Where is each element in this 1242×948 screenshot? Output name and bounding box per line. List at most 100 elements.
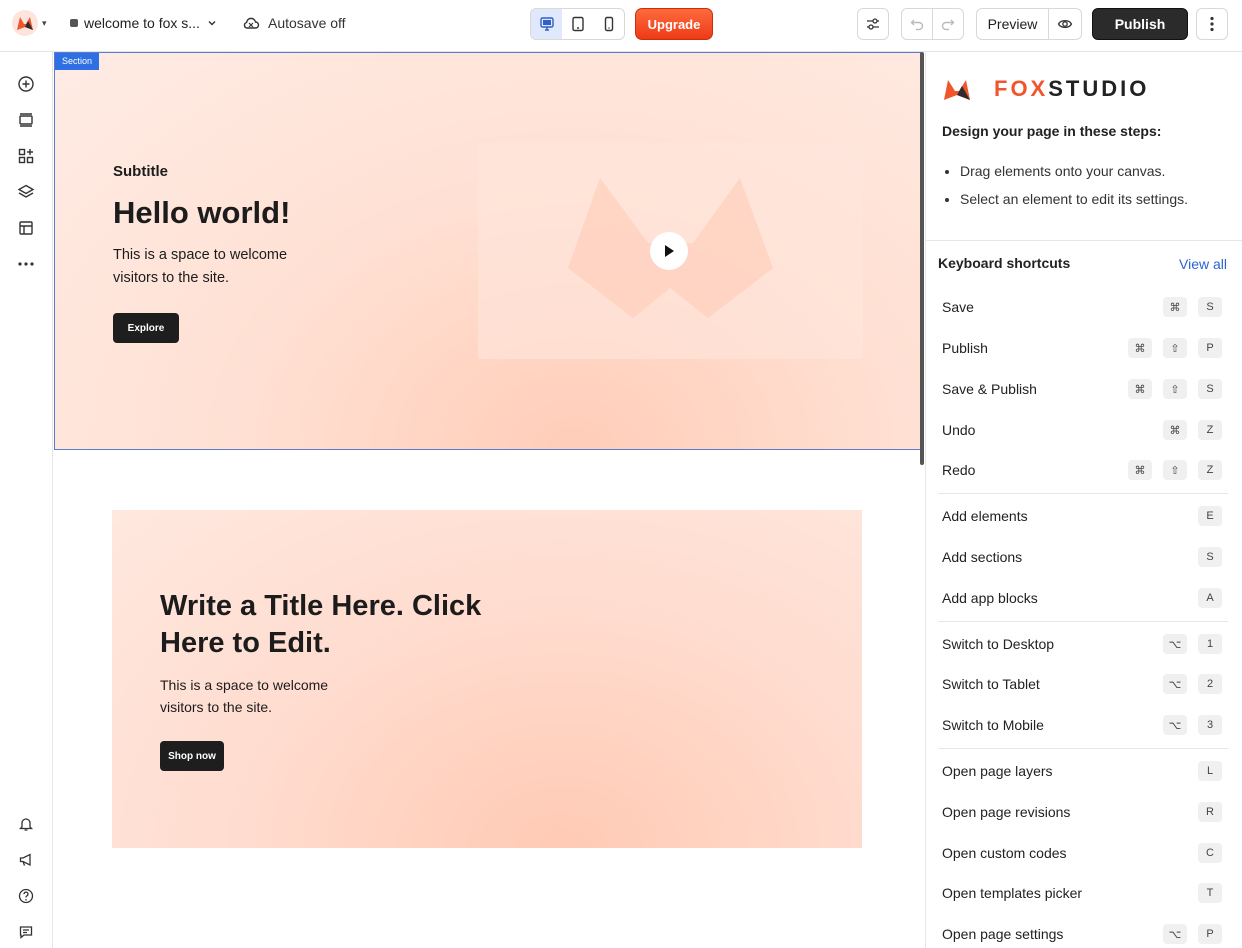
page-settings-button[interactable] [857,8,889,40]
apps-icon [18,148,34,164]
autosave-label: Autosave off [268,15,346,31]
brand-studio-text: STUDIO [1048,76,1150,101]
add-section-button[interactable] [14,108,38,132]
more-options-button[interactable] [1196,8,1228,40]
shortcut-keys: ⌘ ⇧ S [1128,379,1222,399]
shortcut-row: Switch to Desktop ⌥ 1 [942,634,1222,654]
shortcut-keys: ⌥ 3 [1163,715,1222,735]
page-canvas[interactable]: Section Subtitle Hello world! This is a … [54,52,922,948]
promo-section[interactable]: Write a Title Here. Click Here to Edit. … [112,510,862,848]
tablet-view-button[interactable] [562,9,593,39]
announcements-button[interactable] [14,848,38,872]
hero-subtitle[interactable]: Subtitle [113,163,168,180]
hero-text[interactable]: This is a space to welcome visitors to t… [113,244,313,290]
shortcut-row: Open page layers L [942,761,1222,781]
key-cap: L [1198,761,1222,781]
shortcut-keys: A [1198,588,1222,608]
shortcut-label: Redo [942,462,976,478]
divider [938,748,1228,749]
ellipsis-icon [18,262,34,266]
shortcut-row: Open custom codes C [942,843,1222,863]
video-placeholder[interactable] [478,143,863,359]
shortcut-keys: ⌥ 2 [1163,674,1222,694]
shortcut-label: Open templates picker [942,885,1083,901]
shortcut-keys: E [1198,506,1222,526]
shortcut-row: Open page revisions R [942,802,1222,822]
promo-text[interactable]: This is a space to welcome visitors to t… [160,674,360,718]
shortcut-row: Switch to Tablet ⌥ 2 [942,674,1222,694]
plus-circle-icon [18,76,34,92]
publish-button[interactable]: Publish [1092,8,1188,40]
notifications-button[interactable] [14,812,38,836]
shortcut-keys: R [1198,802,1222,822]
key-cap: C [1198,843,1222,863]
shortcut-label: Open custom codes [942,845,1067,861]
shortcut-label: Save & Publish [942,381,1037,397]
shortcut-keys: ⌥ 1 [1163,634,1222,654]
mobile-view-button[interactable] [593,9,624,39]
layers-button[interactable] [14,180,38,204]
key-cap: ⇧ [1163,379,1187,399]
shortcuts-title: Keyboard shortcuts [938,255,1071,271]
megaphone-icon [19,853,31,867]
cloud-off-icon [243,17,260,29]
canvas-scrollbar[interactable] [920,52,924,465]
desktop-icon [539,17,554,31]
layers-icon [17,184,35,198]
step-item: Select an element to edit its settings. [960,191,1188,207]
history-controls [901,8,964,40]
app-blocks-button[interactable] [14,144,38,168]
steps-list: Drag elements onto your canvas. Select a… [960,163,1188,219]
play-icon [665,245,674,257]
section-label[interactable]: Section [55,53,100,70]
autosave-toggle[interactable]: Autosave off [242,15,346,31]
key-cap: ⌘ [1163,420,1187,440]
key-cap: ⌘ [1128,379,1152,399]
add-element-button[interactable] [14,72,38,96]
preview-toggle[interactable] [1049,9,1081,39]
promo-title[interactable]: Write a Title Here. Click Here to Edit. [160,588,490,662]
page-selector[interactable]: welcome to fox s... [70,15,218,31]
shortcut-keys: ⌥ P [1163,924,1222,944]
shortcut-keys: ⌘ S [1163,297,1222,317]
preview-button[interactable]: Preview [977,9,1049,39]
chat-button[interactable] [14,920,38,944]
hero-section[interactable]: Section Subtitle Hello world! This is a … [54,52,921,450]
key-cap: ⌥ [1163,634,1187,654]
chevron-down-icon [208,21,216,26]
key-cap: 1 [1198,634,1222,654]
right-panel: FOXSTUDIO Design your page in these step… [925,52,1242,948]
play-button[interactable] [650,232,688,270]
help-button[interactable] [14,884,38,908]
shortcut-label: Switch to Mobile [942,717,1044,733]
brand-fox-text: FOX [994,76,1049,101]
kebab-menu-icon [1210,16,1214,32]
key-cap: ⇧ [1163,338,1187,358]
key-cap: P [1198,924,1222,944]
shortcut-row: Publish ⌘ ⇧ P [942,338,1222,358]
desktop-view-button[interactable] [531,9,562,39]
view-all-link[interactable]: View all [1179,256,1227,272]
shortcut-label: Publish [942,340,988,356]
shortcut-row: Add elements E [942,506,1222,526]
redo-button[interactable] [933,9,963,39]
shortcut-label: Add sections [942,549,1023,565]
key-cap: ⌥ [1163,924,1187,944]
upgrade-button[interactable]: Upgrade [635,8,713,40]
help-circle-icon [18,888,34,904]
store-button[interactable] [14,216,38,240]
hero-title[interactable]: Hello world! [113,195,290,231]
key-cap: ⌘ [1128,460,1152,480]
app-menu-button[interactable]: ▾ [12,10,47,36]
top-toolbar: ▾ welcome to fox s... Autosave off Upgra… [0,0,1242,52]
shop-now-button[interactable]: Shop now [160,741,224,771]
undo-button[interactable] [902,9,933,39]
shortcut-keys: C [1198,843,1222,863]
explore-button[interactable]: Explore [113,313,179,343]
shortcut-row: Save ⌘ S [942,297,1222,317]
more-tools-button[interactable] [14,252,38,276]
shortcut-row: Redo ⌘ ⇧ Z [942,460,1222,480]
shortcut-row: Open page settings ⌥ P [942,924,1222,944]
key-cap: R [1198,802,1222,822]
key-cap: ⌥ [1163,715,1187,735]
